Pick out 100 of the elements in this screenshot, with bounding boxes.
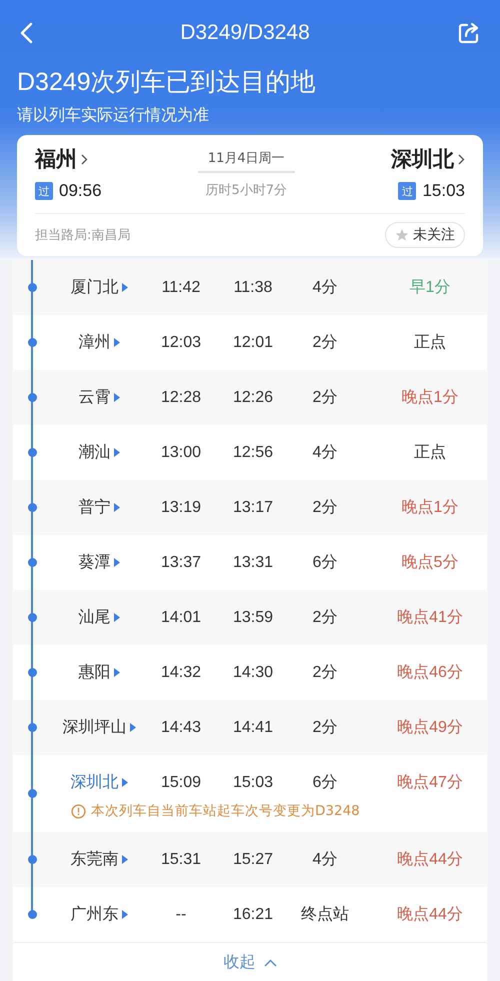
chevron-up-icon — [264, 958, 276, 966]
train-number-notice: 本次列车自当前车站起车次号变更为D3248 — [91, 802, 360, 820]
stop-duration: 2分 — [312, 498, 338, 518]
delay-status: 晚点49分 — [397, 718, 463, 738]
triangle-icon — [122, 283, 128, 292]
delay-status: 晚点44分 — [397, 904, 463, 925]
triangle-icon — [122, 855, 128, 864]
arrival-time: 15:03 — [422, 181, 465, 201]
triangle-icon — [130, 723, 136, 732]
arrival-time: 15:31 — [160, 850, 202, 868]
timeline-dot — [28, 855, 37, 864]
arrival-time: 13:37 — [160, 554, 202, 572]
departure-time: 15:03 — [232, 774, 274, 792]
info-icon — [71, 804, 86, 818]
arrival-time: 12:28 — [160, 388, 202, 406]
timeline-dot — [28, 503, 37, 512]
status-subtitle: 请以列车实际运行情况为准 — [17, 104, 210, 126]
stop-duration: 2分 — [312, 608, 338, 628]
triangle-icon — [114, 668, 120, 677]
arrival-station[interactable]: 深圳北 — [391, 145, 454, 173]
arrival-time: 11:42 — [162, 278, 200, 296]
delay-status: 早1分 — [410, 278, 450, 298]
arrival-time: 13:19 — [160, 498, 202, 516]
arrival-time: 14:32 — [160, 664, 202, 682]
stop-duration: 2分 — [312, 333, 338, 353]
station-name[interactable]: 潮汕 — [78, 442, 110, 463]
departure-time: 12:01 — [232, 334, 274, 352]
station-name[interactable]: 厦门北 — [70, 277, 118, 298]
triangle-icon — [114, 338, 120, 347]
timeline-dot — [28, 668, 37, 677]
delay-status: 晚点46分 — [397, 662, 463, 683]
back-icon[interactable] — [19, 22, 33, 44]
stop-duration: 6分 — [312, 553, 338, 573]
departure-time: 13:17 — [232, 498, 274, 516]
departure-station[interactable]: 福州 — [35, 145, 77, 173]
arrival-time: 14:43 — [160, 718, 202, 736]
stop-duration: 终点站 — [301, 904, 349, 925]
trip-date: 11月4日周一 — [198, 149, 295, 173]
timeline-dot — [28, 723, 37, 732]
timeline-dot — [28, 448, 37, 457]
triangle-icon — [114, 613, 120, 622]
arrival-time: -- — [176, 906, 186, 924]
timeline-dot — [28, 283, 37, 292]
delay-status: 晚点47分 — [397, 772, 463, 793]
arrival-time: 13:00 — [160, 444, 202, 462]
departure-time: 09:56 — [59, 181, 102, 201]
triangle-icon — [114, 393, 120, 402]
departure-time: 13:31 — [232, 554, 274, 572]
delay-status: 晚点5分 — [402, 552, 458, 573]
departure-time: 16:21 — [232, 906, 274, 924]
delay-status: 正点 — [414, 332, 446, 353]
timeline-dot — [28, 789, 37, 798]
station-name[interactable]: 漳州 — [78, 332, 110, 353]
chevron-icon — [81, 154, 88, 164]
departure-time: 15:27 — [232, 850, 274, 868]
timeline-dot — [28, 393, 37, 402]
share-icon[interactable] — [456, 21, 481, 45]
departure-time: 14:30 — [232, 664, 274, 682]
delay-status: 晚点1分 — [402, 498, 458, 518]
timeline-dot — [28, 338, 37, 347]
station-name[interactable]: 汕尾 — [78, 607, 110, 628]
delay-status: 正点 — [414, 442, 446, 463]
timeline-dot — [28, 910, 37, 919]
stop-duration: 2分 — [312, 388, 338, 408]
passed-badge: 过 — [35, 182, 53, 200]
station-name[interactable]: 深圳北 — [70, 772, 118, 793]
departure-time: 14:41 — [232, 718, 274, 736]
timeline-dot — [28, 558, 37, 567]
departure-time: 12:26 — [232, 388, 274, 406]
stop-duration: 2分 — [312, 663, 338, 683]
triangle-icon — [114, 448, 120, 457]
station-name[interactable]: 广州东 — [70, 904, 118, 925]
page-title: D3249/D3248 — [180, 21, 310, 45]
stop-duration: 4分 — [312, 278, 338, 298]
bureau-label: 担当路局:南昌局 — [35, 227, 130, 244]
follow-button[interactable]: 未关注 — [385, 222, 465, 248]
passed-badge: 过 — [398, 182, 416, 200]
station-name[interactable]: 云霄 — [78, 387, 110, 408]
delay-status: 晚点1分 — [402, 388, 458, 408]
station-name[interactable]: 惠阳 — [78, 662, 110, 683]
stop-duration: 4分 — [312, 443, 338, 463]
delay-status: 晚点44分 — [397, 850, 463, 870]
arrival-time: 14:01 — [160, 608, 202, 626]
stop-duration: 2分 — [312, 718, 338, 738]
stop-duration: 4分 — [312, 850, 338, 870]
station-name[interactable]: 深圳坪山 — [62, 717, 126, 738]
departure-time: 11:38 — [234, 278, 272, 296]
station-name[interactable]: 普宁 — [78, 497, 110, 518]
arrival-time: 15:09 — [160, 774, 202, 792]
triangle-icon — [122, 778, 128, 787]
triangle-icon — [114, 503, 120, 512]
timeline-dot — [28, 613, 37, 622]
star-icon — [395, 228, 409, 242]
stop-duration: 6分 — [312, 773, 338, 793]
trip-duration: 历时5小时7分 — [206, 182, 288, 199]
station-name[interactable]: 东莞南 — [70, 849, 118, 870]
triangle-icon — [122, 910, 128, 919]
chevron-icon — [458, 154, 465, 164]
station-name[interactable]: 葵潭 — [78, 552, 110, 573]
status-headline: D3249次列车已到达目的地 — [17, 67, 317, 98]
